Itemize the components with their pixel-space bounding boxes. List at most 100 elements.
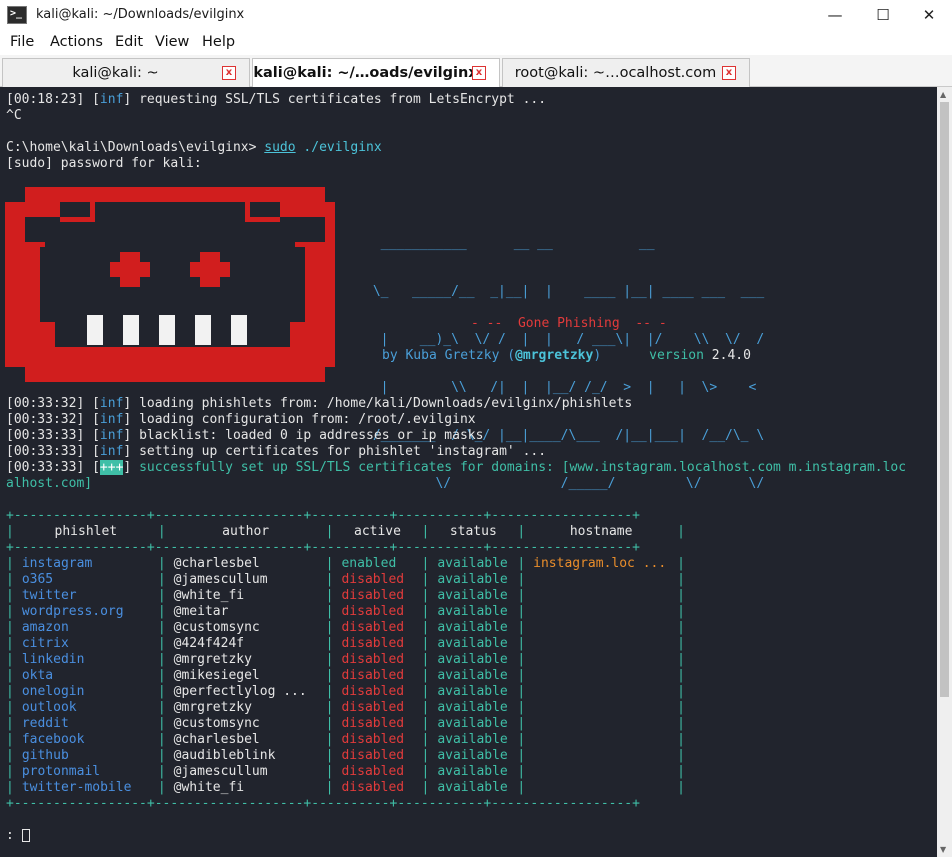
table-row: | github | @audibleblink | disabled | available…	[6, 748, 685, 763]
table-border: +-----------------+-------------------+-…	[6, 540, 640, 555]
tab-label: root@kali: ~…ocalhost.com	[514, 65, 717, 81]
table-cell-phishlet: protonmail	[21, 764, 101, 779]
table-row: | amazon | @customsync | disabled | available | |	[6, 620, 685, 635]
success-line-wrap: alhost.com]	[6, 476, 93, 491]
table-border: +-----------------+-------------------+-…	[6, 796, 640, 811]
log-line: [00:33:33] [inf] setting up certificates…	[6, 444, 547, 459]
table-cell-author: @jamescullum	[173, 764, 268, 779]
table-cell-status: available	[437, 652, 508, 667]
table-cell-status: available	[437, 604, 508, 619]
table-cell-author: @mrgretzky	[173, 700, 252, 715]
table-cell-author: @customsync	[173, 716, 260, 731]
interrupt-line: ^C	[6, 108, 22, 123]
banner-tagline: - -- Gone Phishing -- -	[471, 316, 667, 331]
table-cell-phishlet: citrix	[21, 636, 69, 651]
table-row: | twitter-mobile | @white_fi | disabled | avail…	[6, 780, 685, 795]
table-cell-active: disabled	[341, 604, 405, 619]
table-cell-author: @perfectlylog ...	[173, 684, 307, 699]
table-cell-active: disabled	[341, 748, 405, 763]
table-cell-author: @jamescullum	[173, 572, 268, 587]
menu-file[interactable]: File	[10, 34, 34, 50]
table-cell-status: available	[437, 668, 508, 683]
table-cell-active: disabled	[341, 636, 405, 651]
table-cell-author: @charlesbel	[173, 732, 260, 747]
table-cell-active: disabled	[341, 588, 405, 603]
table-row: | outlook | @mrgretzky | disabled | available | |	[6, 700, 685, 715]
input-prompt[interactable]: :	[6, 828, 30, 844]
table-cell-active: disabled	[341, 716, 405, 731]
table-row: | twitter | @white_fi | disabled | available | |	[6, 588, 685, 603]
table-row: | protonmail | @jamescullum | disabled | availa…	[6, 764, 685, 779]
log-line: [00:33:33] [inf] blacklist: loaded 0 ip …	[6, 428, 484, 443]
table-row: | citrix | @424f424f | disabled | available | |	[6, 636, 685, 651]
table-cell-author: @white_fi	[173, 588, 245, 603]
table-cell-author: @meitar	[173, 604, 229, 619]
table-cell-status: available	[437, 572, 508, 587]
table-border: +-----------------+-------------------+-…	[6, 508, 640, 523]
menu-actions[interactable]: Actions	[50, 34, 103, 50]
table-cell-phishlet: twitter	[21, 588, 77, 603]
table-row: | facebook | @charlesbel | disabled | available…	[6, 732, 685, 747]
table-cell-phishlet: outlook	[21, 700, 77, 715]
window-titlebar: >_ kali@kali: ~/Downloads/evilginx — ☐ ✕	[0, 0, 952, 31]
table-cell-author: @mrgretzky	[173, 652, 252, 667]
table-row: | onelogin | @perfectlylog ... | disabled | ava…	[6, 684, 685, 699]
menu-bar: File Actions Edit View Help	[0, 31, 952, 55]
terminal-output[interactable]: [00:18:23] [inf] requesting SSL/TLS cert…	[0, 87, 937, 857]
log-line: [00:33:32] [inf] loading configuration f…	[6, 412, 476, 427]
close-button[interactable]: ✕	[906, 0, 952, 31]
tab-kali-home[interactable]: kali@kali: ~ x	[2, 58, 250, 87]
table-header: | phishlet | author | active | status | hostname |	[6, 524, 685, 539]
table-cell-phishlet: o365	[21, 572, 54, 587]
scroll-down-icon[interactable]: ▼	[940, 845, 946, 854]
table-cell-phishlet: facebook	[21, 732, 85, 747]
table-cell-status: available	[437, 556, 508, 571]
tab-bar: kali@kali: ~ x kali@kali: ~/…oads/evilgi…	[0, 55, 952, 88]
menu-view[interactable]: View	[155, 34, 189, 50]
tab-close-icon[interactable]: x	[222, 66, 236, 80]
menu-help[interactable]: Help	[202, 34, 235, 50]
table-cell-active: disabled	[341, 652, 405, 667]
table-row: | linkedin | @mrgretzky | disabled | available |…	[6, 652, 685, 667]
tab-label: kali@kali: ~	[72, 65, 159, 81]
table-row: | reddit | @customsync | disabled | available | |	[6, 716, 685, 731]
table-cell-phishlet: okta	[21, 668, 54, 683]
table-cell-status: available	[437, 700, 508, 715]
table-cell-active: disabled	[341, 668, 405, 683]
text-cursor	[21, 829, 30, 842]
tab-root-localhost[interactable]: root@kali: ~…ocalhost.com x	[502, 58, 750, 87]
success-line: [00:33:33] [+++] successfully set up SSL…	[6, 460, 907, 475]
maximize-button[interactable]: ☐	[860, 0, 906, 31]
sudo-password-line: [sudo] password for kali:	[6, 156, 202, 171]
tab-evilginx[interactable]: kali@kali: ~/…oads/evilginx x	[252, 58, 500, 88]
table-cell-phishlet: linkedin	[21, 652, 85, 667]
table-cell-author: @audibleblink	[173, 748, 276, 763]
minimize-button[interactable]: —	[812, 0, 858, 31]
table-cell-status: available	[437, 620, 508, 635]
table-cell-status: available	[437, 764, 508, 779]
table-cell-status: available	[437, 636, 508, 651]
evilginx-ascii-banner: ___________ __ __ __ \_ _____/__ _|__| |…	[365, 236, 765, 491]
banner-author: by Kuba Gretzky (@mrgretzky) version 2.4.…	[382, 348, 751, 363]
table-cell-phishlet: twitter-mobile	[21, 780, 132, 795]
table-cell-phishlet: onelogin	[21, 684, 85, 699]
table-row: | okta | @mikesiegel | disabled | available | |	[6, 668, 685, 683]
tab-close-icon[interactable]: x	[472, 66, 486, 80]
menu-edit[interactable]: Edit	[115, 34, 143, 50]
evilginx-logo-icon	[5, 187, 335, 382]
table-row: | wordpress.org | @meitar | disabled | availabl…	[6, 604, 685, 619]
scrollbar-thumb[interactable]	[940, 102, 949, 697]
scroll-up-icon[interactable]: ▲	[940, 90, 946, 99]
table-cell-hostname: instagram.loc ...	[533, 556, 667, 571]
vertical-scrollbar[interactable]: ▲ ▼	[937, 87, 952, 857]
table-row: | o365 | @jamescullum | disabled | available | |	[6, 572, 685, 587]
table-cell-author: @424f424f	[173, 636, 245, 651]
table-cell-status: available	[437, 780, 508, 795]
table-row: | instagram | @charlesbel | enabled | available…	[6, 556, 685, 571]
table-cell-active: disabled	[341, 572, 405, 587]
tab-close-icon[interactable]: x	[722, 66, 736, 80]
table-cell-active: disabled	[341, 700, 405, 715]
table-cell-phishlet: instagram	[21, 556, 93, 571]
table-cell-status: available	[437, 732, 508, 747]
table-cell-author: @customsync	[173, 620, 260, 635]
